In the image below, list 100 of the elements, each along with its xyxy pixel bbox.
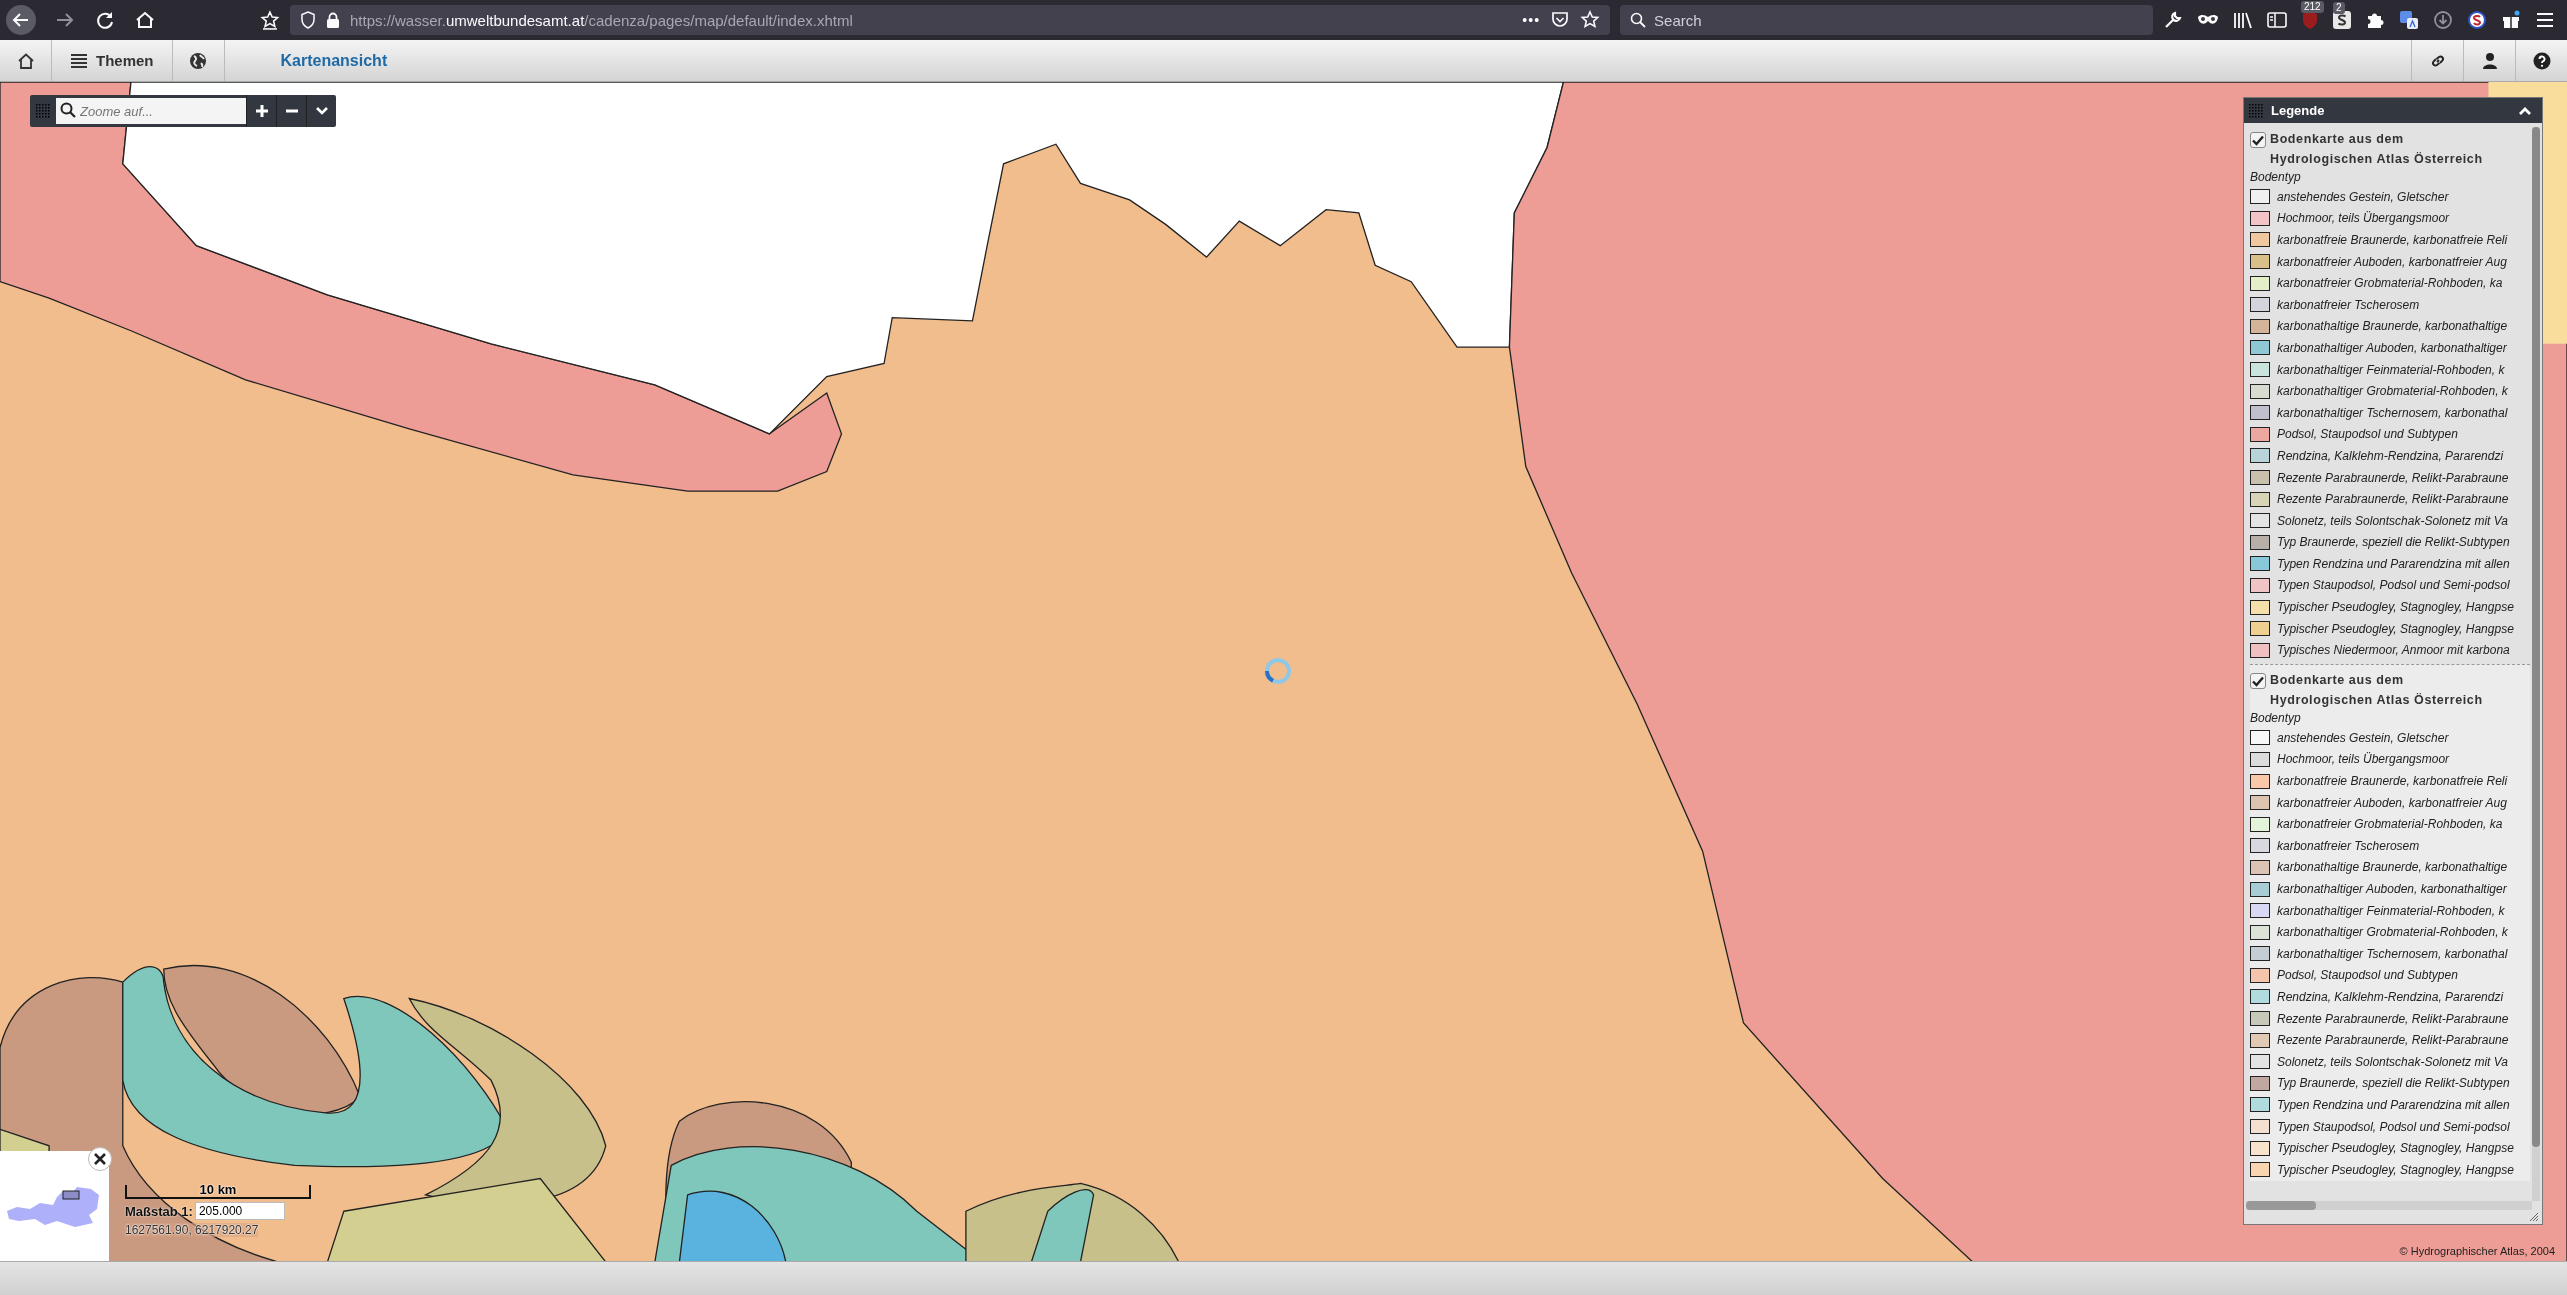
mask-icon[interactable] [2197, 13, 2219, 27]
url-text: https://wasser.umweltbundesamt.at/cadenza/pages/map/default/index.xhtml [350, 11, 853, 29]
legend-label: Hochmoor, teils Übergangsmoor [2277, 211, 2450, 226]
wrench-icon[interactable] [2163, 10, 2183, 30]
legend-label: Typischer Pseudogley, Stagnogley, Hangpse [2277, 621, 2514, 636]
attribution-text: © Hydrographischer Atlas, 2004 [2399, 1245, 2555, 1257]
legend-label: Typischer Pseudogley, Stagnogley, Hangpse [2277, 1162, 2514, 1177]
pocket-icon[interactable] [1550, 10, 1571, 30]
legend-subtitle: Bodentyp [2250, 710, 2302, 728]
layer-title: Bodenkarte aus dem [2270, 672, 2405, 690]
legend-label: Podsol, Staupodsol und Subtypen [2277, 968, 2458, 983]
legend-label: karbonathaltiger Auboden, karbonathaltiger [2277, 340, 2507, 355]
legend-label: Typen Rendzina und Pararendzina mit allen [2277, 1097, 2510, 1112]
library-icon[interactable] [2233, 11, 2253, 29]
lock-icon [326, 11, 340, 29]
translate-icon[interactable] [2399, 10, 2419, 30]
legend-label: karbonathaltiger Tschernosem, karbonathal [2277, 946, 2508, 961]
legend-label: karbonatfreie Braunerde, karbonatfreie Reli [2277, 233, 2508, 247]
legend-label: Typen Staupodsol, Podsol und Semi-podsol [2277, 1119, 2510, 1134]
count-badge: 2 [2333, 2, 2345, 14]
shield-icon[interactable] [300, 11, 316, 29]
legend-label: Rezente Parabraunerde, Relikt-Parabraune [2277, 492, 2509, 507]
legend-subtitle: Bodentyp [2250, 169, 2302, 186]
legend-label: karbonatfreier Auboden, karbonatfreier Aug [2277, 254, 2507, 269]
star-icon[interactable] [1580, 10, 1601, 30]
legend-label: Typ Braunerde, speziell die Relikt-Subtypen [2277, 1076, 2510, 1091]
s-circle-icon[interactable] [2467, 10, 2487, 30]
back-icon[interactable] [6, 5, 36, 35]
layer-checkbox[interactable] [2250, 673, 2266, 690]
download-icon[interactable] [2433, 10, 2453, 30]
resize-grip-icon[interactable] [2529, 1212, 2539, 1222]
legend-label: anstehendes Gestein, Gletscher [2277, 189, 2449, 204]
globe-icon [189, 51, 207, 70]
drag-handle-icon[interactable] [2249, 103, 2263, 118]
legend-label: Typ Braunerde, speziell die Relikt-Subtypen [2277, 535, 2510, 550]
legend-label: Podsol, Staupodsol und Subtypen [2277, 427, 2458, 442]
legend-label: Typischer Pseudogley, Stagnogley, Hangpse [2277, 600, 2514, 615]
layer-checkbox[interactable] [2250, 132, 2266, 148]
legend-label: Hochmoor, teils Übergangsmoor [2277, 752, 2450, 767]
menu-icon [70, 52, 88, 69]
bookmark-star-icon[interactable] [260, 10, 280, 30]
legend-label: karbonatfreie Braunerde, karbonatfreie Reli [2277, 774, 2508, 789]
help-icon [2532, 51, 2551, 70]
address-bar[interactable]: https://wasser.umweltbundesamt.at/cadenza/pages/map/default/index.xhtml ••• [290, 5, 1611, 35]
scale-label: Maßstab 1: [125, 1203, 193, 1219]
close-icon [93, 1152, 107, 1166]
scale-input[interactable]: 205.000 [194, 1202, 285, 1220]
checkmark-icon [2252, 675, 2264, 687]
search-icon [60, 102, 76, 119]
gift-icon[interactable] [2501, 10, 2521, 30]
legend-label: karbonathaltiger Tschernosem, karbonathal [2277, 405, 2508, 420]
legend-label: Solonetz, teils Solontschak-Solonetz mit Va [2277, 513, 2508, 528]
legend-label: Typen Rendzina und Pararendzina mit allen [2277, 556, 2510, 571]
s-icon[interactable] [2333, 11, 2351, 29]
loading-spinner-icon [1263, 656, 1293, 686]
legend-label: karbonathaltige Braunerde, karbonathaltige [2277, 319, 2508, 334]
scrollbar-thumb[interactable] [2246, 1201, 2316, 1210]
legend-label: Rezente Parabraunerde, Relikt-Parabraune [2277, 470, 2509, 485]
legend-label: anstehendes Gestein, Gletscher [2277, 730, 2449, 745]
layer-title: Hydrologischen Atlas Österreich [2270, 151, 2483, 168]
sidebar-icon[interactable] [2267, 11, 2287, 29]
legend-label: karbonatfreier Grobmaterial-Rohboden, ka [2277, 276, 2503, 291]
browser-search-field[interactable]: Search [1620, 5, 2153, 35]
legend-label: Rezente Parabraunerde, Relikt-Parabraune [2277, 1033, 2509, 1048]
legend-label: karbonathaltiger Feinmaterial-Rohboden, k [2277, 903, 2505, 918]
legend-label: Typisches Niedermoor, Anmoor mit karbona [2277, 643, 2510, 658]
drag-handle-icon[interactable] [36, 104, 50, 118]
legend-label: karbonathaltige Braunerde, karbonathaltige [2277, 860, 2508, 875]
legend-label: Solonetz, teils Solontschak-Solonetz mit Va [2277, 1054, 2508, 1069]
legend-label: karbonatfreier Auboden, karbonatfreier Aug [2277, 795, 2507, 810]
zoom-search-field[interactable]: Zoome auf... [56, 98, 246, 124]
legend-title: Legende [2271, 103, 2325, 118]
layer-title: Bodenkarte aus dem [2270, 131, 2405, 148]
plus-icon [254, 104, 269, 118]
page-title[interactable]: Kartenansicht [280, 51, 388, 70]
page-actions-button[interactable]: ••• [1522, 12, 1541, 28]
home-icon [16, 51, 35, 70]
scrollbar-thumb[interactable] [2532, 127, 2540, 1148]
legend-label: karbonathaltiger Grobmaterial-Rohboden, k [2277, 925, 2508, 940]
legend-label: Rezente Parabraunerde, Relikt-Parabraune [2277, 1011, 2509, 1026]
legend-label: karbonatfreier Tscherosem [2277, 297, 2420, 312]
scale-bar-label: 10 km [199, 1183, 237, 1196]
legend-label: karbonatfreier Tscherosem [2277, 838, 2420, 853]
menu-icon[interactable] [2535, 11, 2555, 29]
checkmark-icon [2252, 134, 2264, 146]
legend-label: Typen Staupodsol, Podsol und Semi-podsol [2277, 578, 2510, 593]
layer-title: Hydrologischen Atlas Österreich [2270, 692, 2483, 710]
legend-label: karbonathaltiger Grobmaterial-Rohboden, k [2277, 384, 2508, 399]
legend-label: Rendzina, Kalklehm-Rendzina, Pararendzi [2277, 990, 2504, 1004]
count-badge: 212 [2301, 1, 2324, 13]
person-icon [2481, 51, 2498, 70]
legend-label: Rendzina, Kalklehm-Rendzina, Pararendzi [2277, 448, 2504, 463]
legend-label: karbonathaltiger Feinmaterial-Rohboden, k [2277, 362, 2505, 377]
coordinates-text: 1627561.90, 6217920.27 [125, 1223, 259, 1237]
home-icon[interactable] [134, 9, 156, 31]
search-icon [1630, 12, 1647, 28]
themes-button[interactable]: Themen [52, 40, 173, 81]
legend-label: karbonatfreier Grobmaterial-Rohboden, ka [2277, 817, 2503, 832]
legend-label: karbonathaltiger Auboden, karbonathaltiger [2277, 882, 2507, 896]
collapse-chevron-icon[interactable] [2518, 105, 2532, 116]
